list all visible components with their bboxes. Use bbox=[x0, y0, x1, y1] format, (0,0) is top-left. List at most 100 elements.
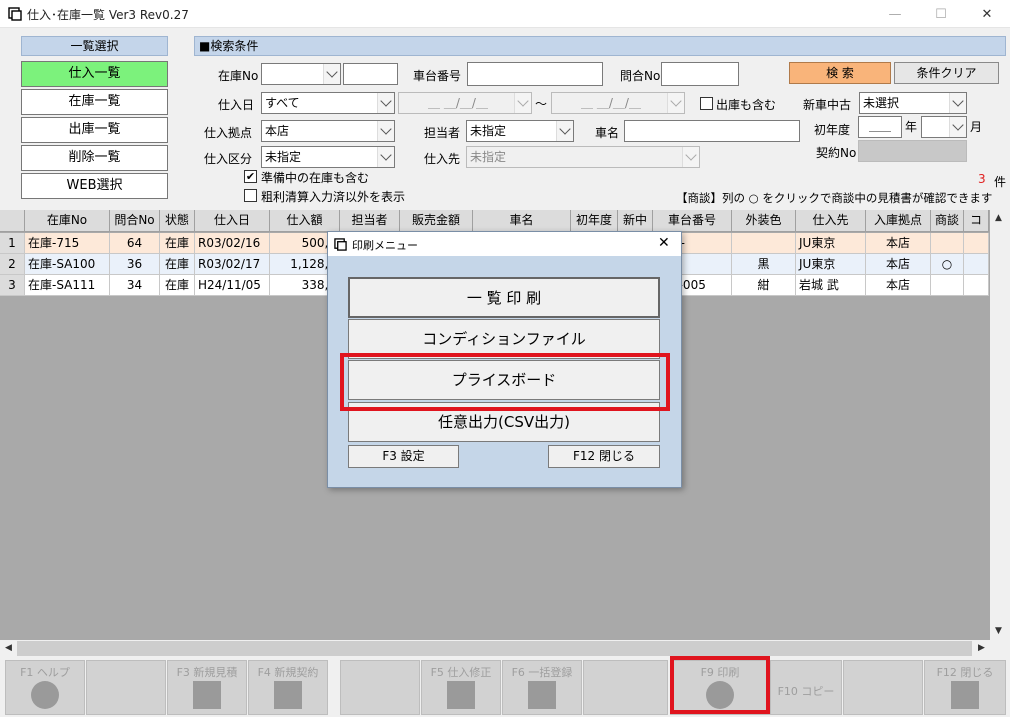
column-header[interactable]: 車名 bbox=[473, 210, 571, 232]
nav-shipment-list[interactable]: 出庫一覧 bbox=[21, 117, 168, 143]
stock-no-input[interactable] bbox=[343, 63, 398, 85]
row-number[interactable]: 2 bbox=[0, 254, 25, 275]
function-key-7[interactable]: F6 一括登録 bbox=[502, 660, 582, 715]
column-header[interactable]: 初年度 bbox=[571, 210, 618, 232]
scroll-left-icon[interactable]: ◀ bbox=[0, 640, 17, 657]
function-key-1[interactable]: F1 ヘルプ bbox=[5, 660, 85, 715]
column-header[interactable]: 状態 bbox=[160, 210, 195, 232]
function-key-6[interactable]: F5 仕入修正 bbox=[421, 660, 501, 715]
table-cell[interactable]: JU東京 bbox=[796, 254, 866, 275]
table-cell[interactable] bbox=[964, 275, 989, 296]
column-header[interactable]: 入庫拠点 bbox=[866, 210, 931, 232]
table-cell[interactable]: 在庫 bbox=[160, 254, 195, 275]
date-from-picker[interactable]: ＿ ＿/＿/＿ bbox=[398, 92, 532, 114]
row-number[interactable]: 1 bbox=[0, 233, 25, 254]
scroll-up-icon[interactable]: ▲ bbox=[990, 210, 1007, 227]
table-cell[interactable]: 在庫-715 bbox=[25, 233, 110, 254]
function-key-11[interactable] bbox=[843, 660, 923, 715]
table-cell[interactable]: 岩城 武 bbox=[796, 275, 866, 296]
column-header[interactable]: 車台番号 bbox=[653, 210, 732, 232]
car-name-input[interactable] bbox=[624, 120, 800, 142]
table-cell[interactable]: R03/02/16 bbox=[195, 233, 270, 254]
horizontal-scrollbar[interactable]: ◀ ▶ bbox=[0, 640, 990, 657]
column-header[interactable]: 外装色 bbox=[732, 210, 796, 232]
table-cell[interactable]: ○ bbox=[931, 254, 964, 275]
function-key-icon bbox=[951, 681, 979, 709]
nav-purchase-list[interactable]: 仕入一覧 bbox=[21, 61, 168, 87]
category-combo[interactable]: 未指定 bbox=[261, 146, 395, 168]
vertical-scrollbar[interactable]: ▲ ▼ bbox=[990, 210, 1007, 640]
date-to-picker[interactable]: ＿ ＿/＿/＿ bbox=[551, 92, 685, 114]
inquiry-no-input[interactable] bbox=[661, 62, 739, 86]
purchase-date-combo[interactable]: すべて bbox=[261, 92, 395, 114]
column-header[interactable]: 新中 bbox=[618, 210, 653, 232]
column-header[interactable]: 仕入日 bbox=[195, 210, 270, 232]
branch-combo[interactable]: 本店 bbox=[261, 120, 395, 142]
function-key-2[interactable] bbox=[86, 660, 166, 715]
table-cell[interactable]: 64 bbox=[110, 233, 160, 254]
column-header[interactable]: 問合No bbox=[110, 210, 160, 232]
function-key-5[interactable] bbox=[340, 660, 420, 715]
contract-no-input[interactable] bbox=[858, 140, 967, 162]
nav-stock-list[interactable]: 在庫一覧 bbox=[21, 89, 168, 115]
scroll-right-icon[interactable]: ▶ bbox=[973, 640, 990, 657]
function-key-10[interactable]: F10 コピー bbox=[770, 660, 842, 715]
include-preparing-checkbox[interactable]: ✔ bbox=[244, 170, 257, 183]
table-cell[interactable]: H24/11/05 bbox=[195, 275, 270, 296]
function-key-8[interactable] bbox=[583, 660, 668, 715]
chassis-no-input[interactable] bbox=[467, 62, 603, 86]
function-key-12[interactable]: F12 閉じる bbox=[924, 660, 1006, 715]
table-cell[interactable]: 36 bbox=[110, 254, 160, 275]
close-window-button[interactable]: ✕ bbox=[964, 0, 1010, 28]
first-year-input[interactable]: ＿＿ bbox=[858, 116, 902, 138]
function-key-3[interactable]: F3 新規見積 bbox=[167, 660, 247, 715]
table-cell[interactable] bbox=[964, 233, 989, 254]
settings-button[interactable]: F3 設定 bbox=[348, 445, 459, 468]
column-header[interactable]: 商談 bbox=[931, 210, 964, 232]
print-list-button[interactable]: 一 覧 印 刷 bbox=[348, 277, 660, 318]
include-shipped-checkbox[interactable] bbox=[700, 97, 713, 110]
maximize-button[interactable]: ☐ bbox=[918, 0, 964, 28]
search-button[interactable]: 検 索 bbox=[789, 62, 891, 84]
table-cell[interactable]: 34 bbox=[110, 275, 160, 296]
table-cell[interactable]: 在庫 bbox=[160, 233, 195, 254]
horizontal-scroll-thumb[interactable] bbox=[17, 641, 972, 656]
function-key-4[interactable]: F4 新規契約 bbox=[248, 660, 328, 715]
minimize-button[interactable]: — bbox=[872, 0, 918, 28]
new-used-combo[interactable]: 未選択 bbox=[859, 92, 967, 114]
nav-deleted-list[interactable]: 削除一覧 bbox=[21, 145, 168, 171]
table-cell[interactable] bbox=[964, 254, 989, 275]
dialog-close-icon[interactable]: ✕ bbox=[658, 235, 670, 251]
column-header[interactable]: 仕入先 bbox=[796, 210, 866, 232]
column-header[interactable]: コ bbox=[964, 210, 989, 232]
chevron-down-icon bbox=[377, 121, 394, 141]
dialog-close-button[interactable]: F12 閉じる bbox=[548, 445, 660, 468]
show-unsettled-checkbox[interactable] bbox=[244, 189, 257, 202]
column-header[interactable]: 在庫No bbox=[25, 210, 110, 232]
row-number[interactable]: 3 bbox=[0, 275, 25, 296]
table-cell[interactable]: 在庫-SA111 bbox=[25, 275, 110, 296]
table-cell[interactable]: 本店 bbox=[866, 254, 931, 275]
column-header[interactable]: 仕入額 bbox=[270, 210, 340, 232]
table-cell[interactable] bbox=[732, 233, 796, 254]
clear-conditions-button[interactable]: 条件クリア bbox=[894, 62, 999, 84]
dialog-title: 印刷メニュー bbox=[352, 239, 418, 252]
staff-combo[interactable]: 未指定 bbox=[466, 120, 574, 142]
column-header[interactable]: 担当者 bbox=[340, 210, 400, 232]
month-combo[interactable] bbox=[921, 116, 967, 138]
table-cell[interactable]: R03/02/17 bbox=[195, 254, 270, 275]
table-cell[interactable] bbox=[931, 275, 964, 296]
table-cell[interactable]: 黒 bbox=[732, 254, 796, 275]
table-cell[interactable] bbox=[931, 233, 964, 254]
table-cell[interactable]: 在庫-SA100 bbox=[25, 254, 110, 275]
stock-no-combo[interactable] bbox=[261, 63, 341, 85]
table-cell[interactable]: 在庫 bbox=[160, 275, 195, 296]
table-cell[interactable]: 本店 bbox=[866, 275, 931, 296]
table-cell[interactable]: 紺 bbox=[732, 275, 796, 296]
column-header[interactable]: 販売金額 bbox=[400, 210, 473, 232]
table-cell[interactable]: JU東京 bbox=[796, 233, 866, 254]
supplier-combo[interactable]: 未指定 bbox=[466, 146, 700, 168]
nav-web-select[interactable]: WEB選択 bbox=[21, 173, 168, 199]
scroll-down-icon[interactable]: ▼ bbox=[990, 623, 1007, 640]
table-cell[interactable]: 本店 bbox=[866, 233, 931, 254]
